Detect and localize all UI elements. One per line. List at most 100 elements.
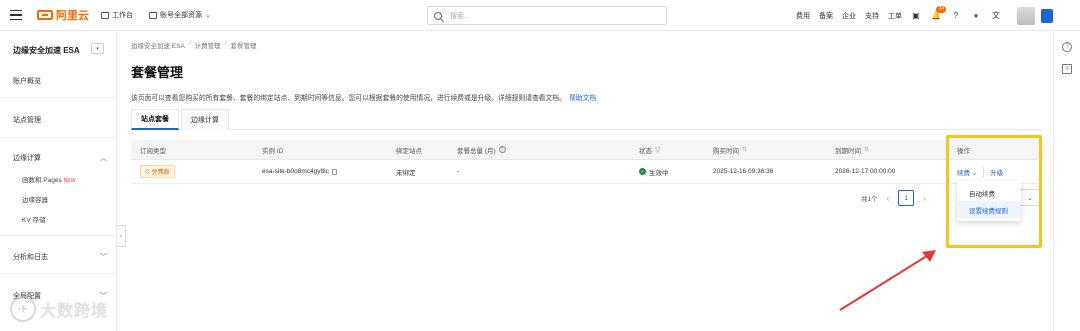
- description-text: 该页面可以查看您购买的所有套餐、套餐的绑定站点、到期时间等信息。您可以根据套餐的…: [131, 95, 566, 102]
- tab-edge-compute[interactable]: 边缘计算: [181, 109, 229, 130]
- nav-link-icp[interactable]: 备案: [819, 11, 833, 21]
- ai-assistant-icon[interactable]: ●: [971, 11, 981, 21]
- cell-actions: 续费 ⌄ 升级: [957, 160, 1003, 183]
- sidebar-item-kv-storage[interactable]: KV 存储: [22, 214, 45, 224]
- account-resources-label: 账号全部资源: [160, 12, 202, 19]
- sidebar-divider: [0, 235, 117, 236]
- language-icon[interactable]: 文: [991, 11, 1001, 21]
- header-actions: 操作: [957, 147, 970, 155]
- upgrade-button[interactable]: 升级: [983, 166, 1003, 177]
- table-row: ◇ 免费版 esa-site-b0o8mc4gy8lc 未绑定 - ✓ 生效中 20…: [131, 160, 1043, 184]
- question-icon[interactable]: ?: [498, 146, 506, 153]
- sidebar-item-account-overview[interactable]: 账户概览: [13, 76, 41, 86]
- nav-link-ticket[interactable]: 工单: [888, 11, 902, 21]
- instance-id-text: esa-site-b0o8mc4gy8lc: [262, 168, 329, 175]
- header-quota: 套餐总量 (月)?: [457, 140, 506, 159]
- sidebar-item-edge-container[interactable]: 边缘容器: [22, 194, 48, 204]
- document-icon[interactable]: ≡: [1062, 64, 1072, 74]
- search-placeholder: 搜索...: [450, 12, 470, 20]
- diamond-icon: ◇: [145, 169, 150, 175]
- help-icon[interactable]: ?: [951, 11, 961, 21]
- bell-icon[interactable]: 🔔 24: [931, 5, 946, 21]
- table-header: 订阅类型 实例 ID 绑定站点 套餐总量 (月)? 状态 ▽ 购买时间 ⇅ 到期时间…: [131, 140, 1043, 160]
- brand-avatar[interactable]: [1041, 8, 1053, 23]
- check-circle-icon: ✓: [639, 168, 646, 175]
- renew-button[interactable]: 续费 ⌄: [957, 167, 977, 177]
- menu-item-renew-rules[interactable]: 设置续费规则: [957, 201, 1021, 218]
- logo-text: 阿里云: [56, 10, 89, 22]
- image-icon[interactable]: ▣: [911, 11, 921, 21]
- sidebar-item-functions-pages[interactable]: 函数和 Pages NEW: [22, 174, 75, 184]
- renew-dropdown-menu: 自动续费 设置续费规则: [957, 181, 1021, 221]
- status-text: 生效中: [649, 169, 669, 177]
- chevron-down-icon[interactable]: ﹀: [100, 252, 107, 262]
- menu-item-auto-renew[interactable]: 自动续费: [957, 184, 1021, 201]
- chevron-down-icon: ⌄: [971, 169, 978, 177]
- pagination: 共1个 ‹ 1 ›: [861, 190, 926, 206]
- next-page-icon[interactable]: ›: [923, 194, 926, 203]
- cell-quota: -: [457, 168, 460, 175]
- chevron-up-icon[interactable]: ︿: [100, 153, 107, 163]
- sidebar-item-edge-compute[interactable]: 边缘计算: [13, 153, 41, 163]
- cell-subscription: ◇ 免费版: [140, 160, 175, 183]
- tab-bar: 站点套餐 边缘计算: [131, 109, 1043, 130]
- header-status: 状态 ▽: [639, 140, 660, 159]
- header-instance-id: 实例 ID: [262, 147, 284, 155]
- header-purchase-time: 购买时间 ⇅: [713, 140, 747, 159]
- sidebar-item-site-management[interactable]: 站点管理: [13, 115, 41, 125]
- breadcrumb-item-billing[interactable]: 计费管理: [195, 40, 221, 50]
- resource-icon: [149, 11, 157, 19]
- workbench-link[interactable]: 工作台: [97, 5, 137, 25]
- avatar[interactable]: [1017, 6, 1035, 25]
- sidebar-item-analytics-logs[interactable]: 分析和日志: [13, 252, 48, 262]
- right-rail: ? ≡: [1053, 31, 1080, 331]
- nav-link-enterprise[interactable]: 企业: [842, 11, 856, 21]
- page-title: 套餐管理: [131, 65, 184, 80]
- sidebar-divider: [0, 97, 117, 98]
- question-icon[interactable]: ?: [1062, 42, 1072, 52]
- menu-icon[interactable]: [0, 0, 31, 31]
- help-doc-link[interactable]: 帮助文档: [569, 95, 596, 102]
- pagination-total: 共1个: [861, 196, 878, 203]
- breadcrumb-separator: /: [188, 40, 191, 47]
- cell-instance-id: esa-site-b0o8mc4gy8lc: [262, 160, 337, 183]
- page-description: 该页面可以查看您购买的所有套餐、套餐的绑定站点、到期时间等信息。您可以根据套餐的…: [131, 92, 596, 102]
- page-size-select[interactable]: ⌄: [1020, 189, 1040, 206]
- search-input[interactable]: 搜索...: [427, 6, 667, 25]
- header-bound-site: 绑定站点: [396, 147, 422, 155]
- nav-link-fees[interactable]: 费用: [796, 11, 810, 21]
- top-bar: 阿里云 工作台 账号全部资源 ⌄ 搜索... 费用 备案 企业 支持 工单 ▣ …: [0, 0, 1080, 31]
- breadcrumb-item-esa[interactable]: 边缘安全加速 ESA: [131, 40, 185, 50]
- filter-icon[interactable]: ▽: [655, 146, 660, 154]
- tab-site-plans[interactable]: 站点套餐: [131, 109, 179, 130]
- chevron-down-icon: ⌄: [1027, 194, 1033, 202]
- watermark-text: 大数跨境: [40, 303, 109, 320]
- header-expire-time: 到期时间 ⇅: [835, 140, 869, 159]
- header-subscription: 订阅类型: [140, 147, 166, 155]
- sort-icon[interactable]: ⇅: [864, 146, 869, 153]
- renew-label: 续费: [957, 169, 970, 177]
- top-right-nav: 费用 备案 企业 支持 工单 ▣ 🔔 24 ? ● 文: [796, 0, 1053, 31]
- prev-page-icon[interactable]: ‹: [887, 194, 890, 203]
- nav-link-support[interactable]: 支持: [865, 11, 879, 21]
- sidebar: 边缘安全加速 ESA ▾ 账户概览 站点管理 边缘计算 ︿ 函数和 Pages N…: [0, 31, 117, 331]
- sidebar-divider: [0, 273, 117, 274]
- functions-pages-label: 函数和 Pages: [22, 177, 62, 184]
- sort-icon[interactable]: ⇅: [742, 146, 747, 153]
- annotation-arrow: [839, 250, 936, 311]
- header-quota-label: 套餐总量 (月): [457, 147, 496, 155]
- plans-table: 订阅类型 实例 ID 绑定站点 套餐总量 (月)? 状态 ▽ 购买时间 ⇅ 到期时间…: [131, 140, 1043, 184]
- header-expire-label: 到期时间: [835, 147, 861, 155]
- page-number[interactable]: 1: [898, 190, 915, 206]
- cell-expire-time: 2026-12-17 00:00:00: [835, 168, 896, 175]
- sidebar-toggle-handle[interactable]: ‹: [117, 225, 126, 247]
- aliyun-logo[interactable]: 阿里云: [37, 0, 89, 31]
- breadcrumb-separator: /: [224, 40, 227, 47]
- account-resources-dropdown[interactable]: 账号全部资源 ⌄: [145, 5, 215, 25]
- watermark: ✈ 大数跨境: [10, 296, 108, 322]
- workbench-label: 工作台: [112, 12, 133, 19]
- free-plan-label: 免费版: [151, 170, 170, 176]
- header-purchase-label: 购买时间: [713, 147, 739, 155]
- sidebar-collapse-button[interactable]: ▾: [91, 43, 104, 54]
- copy-icon[interactable]: [331, 168, 337, 175]
